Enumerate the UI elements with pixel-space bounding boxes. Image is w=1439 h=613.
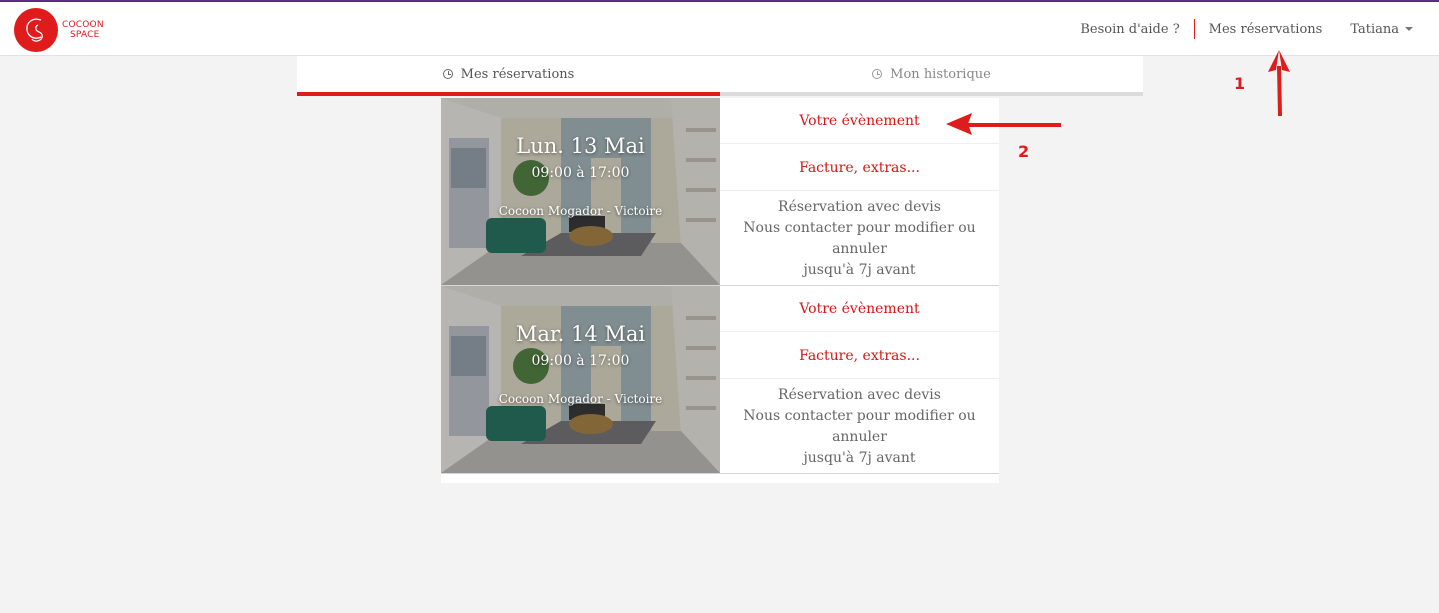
tab-my-reservations[interactable]: Mes réservations bbox=[297, 56, 720, 96]
clock-icon bbox=[442, 69, 453, 79]
user-menu[interactable]: Tatiana bbox=[1336, 22, 1413, 37]
invoice-extras-link[interactable]: Facture, extras... bbox=[720, 145, 999, 191]
reservation-card: Mar. 14 Mai 09:00 à 17:00 Cocoon Mogador… bbox=[441, 286, 999, 474]
info-line: jusqu'à 7j avant bbox=[803, 449, 916, 466]
card-overlay: Mar. 14 Mai 09:00 à 17:00 Cocoon Mogador… bbox=[441, 286, 720, 473]
info-line: Réservation avec devis bbox=[778, 386, 941, 403]
card-actions: Votre évènement Facture, extras... Réser… bbox=[720, 286, 999, 473]
annotation-label-1: 1 bbox=[1234, 74, 1246, 93]
info-line: Nous contacter pour modifier ou annuler bbox=[743, 219, 976, 257]
logo-mark-icon bbox=[14, 8, 58, 52]
tab-label: Mes réservations bbox=[460, 66, 575, 82]
invoice-extras-link[interactable]: Facture, extras... bbox=[720, 333, 999, 379]
reservation-date: Mar. 14 Mai bbox=[515, 322, 646, 346]
top-bar: COCOON SPACE Besoin d'aide ? Mes réserva… bbox=[0, 0, 1439, 56]
info-line: Réservation avec devis bbox=[778, 198, 941, 215]
clock-icon bbox=[872, 69, 883, 79]
info-line: Nous contacter pour modifier ou annuler bbox=[743, 407, 976, 445]
reservation-card: Lun. 13 Mai 09:00 à 17:00 Cocoon Mogador… bbox=[441, 98, 999, 286]
reservation-place: Cocoon Mogador - Victoire bbox=[498, 204, 663, 218]
annotation-arrow-2 bbox=[946, 113, 1061, 135]
room-photo: Lun. 13 Mai 09:00 à 17:00 Cocoon Mogador… bbox=[441, 98, 720, 285]
logo-text: COCOON SPACE bbox=[62, 20, 104, 40]
room-photo: Mar. 14 Mai 09:00 à 17:00 Cocoon Mogador… bbox=[441, 286, 720, 473]
info-line: jusqu'à 7j avant bbox=[803, 261, 916, 278]
chevron-down-icon bbox=[1405, 27, 1413, 31]
user-name: Tatiana bbox=[1350, 21, 1399, 37]
help-link[interactable]: Besoin d'aide ? bbox=[1066, 22, 1193, 37]
reservation-time: 09:00 à 17:00 bbox=[531, 353, 630, 369]
annotation-label-2: 2 bbox=[1018, 142, 1030, 161]
tab-label: Mon historique bbox=[890, 66, 991, 82]
reservation-info: Réservation avec devis Nous contacter po… bbox=[720, 192, 999, 285]
cocoon-space-logo[interactable]: COCOON SPACE bbox=[14, 8, 104, 52]
card-overlay: Lun. 13 Mai 09:00 à 17:00 Cocoon Mogador… bbox=[441, 98, 720, 285]
reservation-date: Lun. 13 Mai bbox=[516, 134, 645, 158]
tab-my-history[interactable]: Mon historique bbox=[720, 56, 1143, 92]
annotation-arrow-1 bbox=[1268, 50, 1290, 117]
reservation-info: Réservation avec devis Nous contacter po… bbox=[720, 380, 999, 473]
reservation-tabs: Mes réservations Mon historique bbox=[297, 56, 1143, 96]
my-reservations-link[interactable]: Mes réservations bbox=[1195, 22, 1337, 37]
event-link[interactable]: Votre évènement bbox=[720, 286, 999, 332]
reservation-place: Cocoon Mogador - Victoire bbox=[498, 392, 663, 406]
reservation-time: 09:00 à 17:00 bbox=[531, 165, 630, 181]
main-nav: Besoin d'aide ? Mes réservations Tatiana bbox=[1066, 2, 1413, 56]
reservation-list: Lun. 13 Mai 09:00 à 17:00 Cocoon Mogador… bbox=[441, 98, 999, 483]
